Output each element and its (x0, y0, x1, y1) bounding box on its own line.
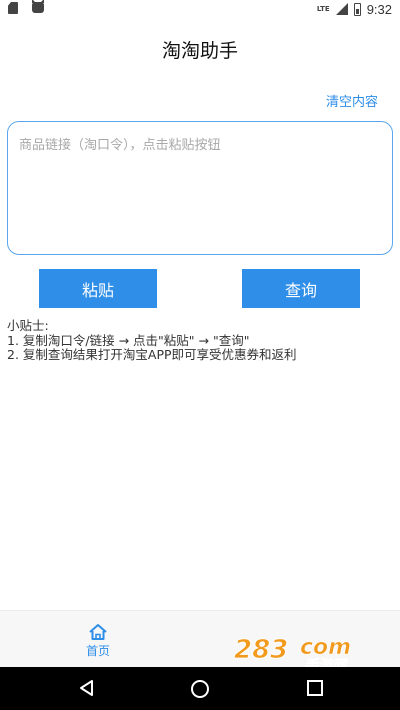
cat-icon (32, 2, 44, 13)
status-bar: LTE 9:32 (0, 0, 400, 18)
system-navigation-bar (0, 667, 400, 710)
query-button[interactable]: 查询 (242, 269, 360, 308)
back-icon[interactable] (78, 679, 96, 697)
home-icon (89, 624, 107, 640)
link-input[interactable] (8, 122, 392, 254)
nav-home-tab[interactable]: 首页 (78, 623, 118, 659)
watermark-suffix: com (300, 635, 351, 660)
paste-button[interactable]: 粘贴 (39, 269, 157, 308)
network-type-label: LTE (316, 5, 330, 13)
signal-icon (335, 3, 348, 15)
tips-section: 小贴士: 1. 复制淘口令/链接 → 点击"粘贴" → "查询" 2. 复制查询… (7, 318, 297, 363)
nav-home-label: 首页 (85, 644, 110, 658)
site-watermark-logo: 283 com 手游网 (234, 635, 352, 672)
battery-icon (353, 2, 361, 16)
sd-card-icon (8, 2, 18, 14)
home-circle-icon[interactable] (190, 679, 210, 699)
tip-item: 1. 复制淘口令/链接 → 点击"粘贴" → "查询" (7, 332, 250, 348)
tip-item: 2. 复制查询结果打开淘宝APP即可享受优惠券和返利 (7, 347, 297, 362)
clear-content-button[interactable]: 清空内容 (326, 91, 378, 110)
recents-icon[interactable] (306, 679, 324, 697)
status-time: 9:32 (366, 1, 392, 17)
watermark-number: 283 (234, 635, 288, 665)
link-input-container (7, 121, 393, 255)
tips-heading: 小贴士: (7, 318, 49, 333)
page-title: 淘淘助手 (161, 40, 238, 62)
